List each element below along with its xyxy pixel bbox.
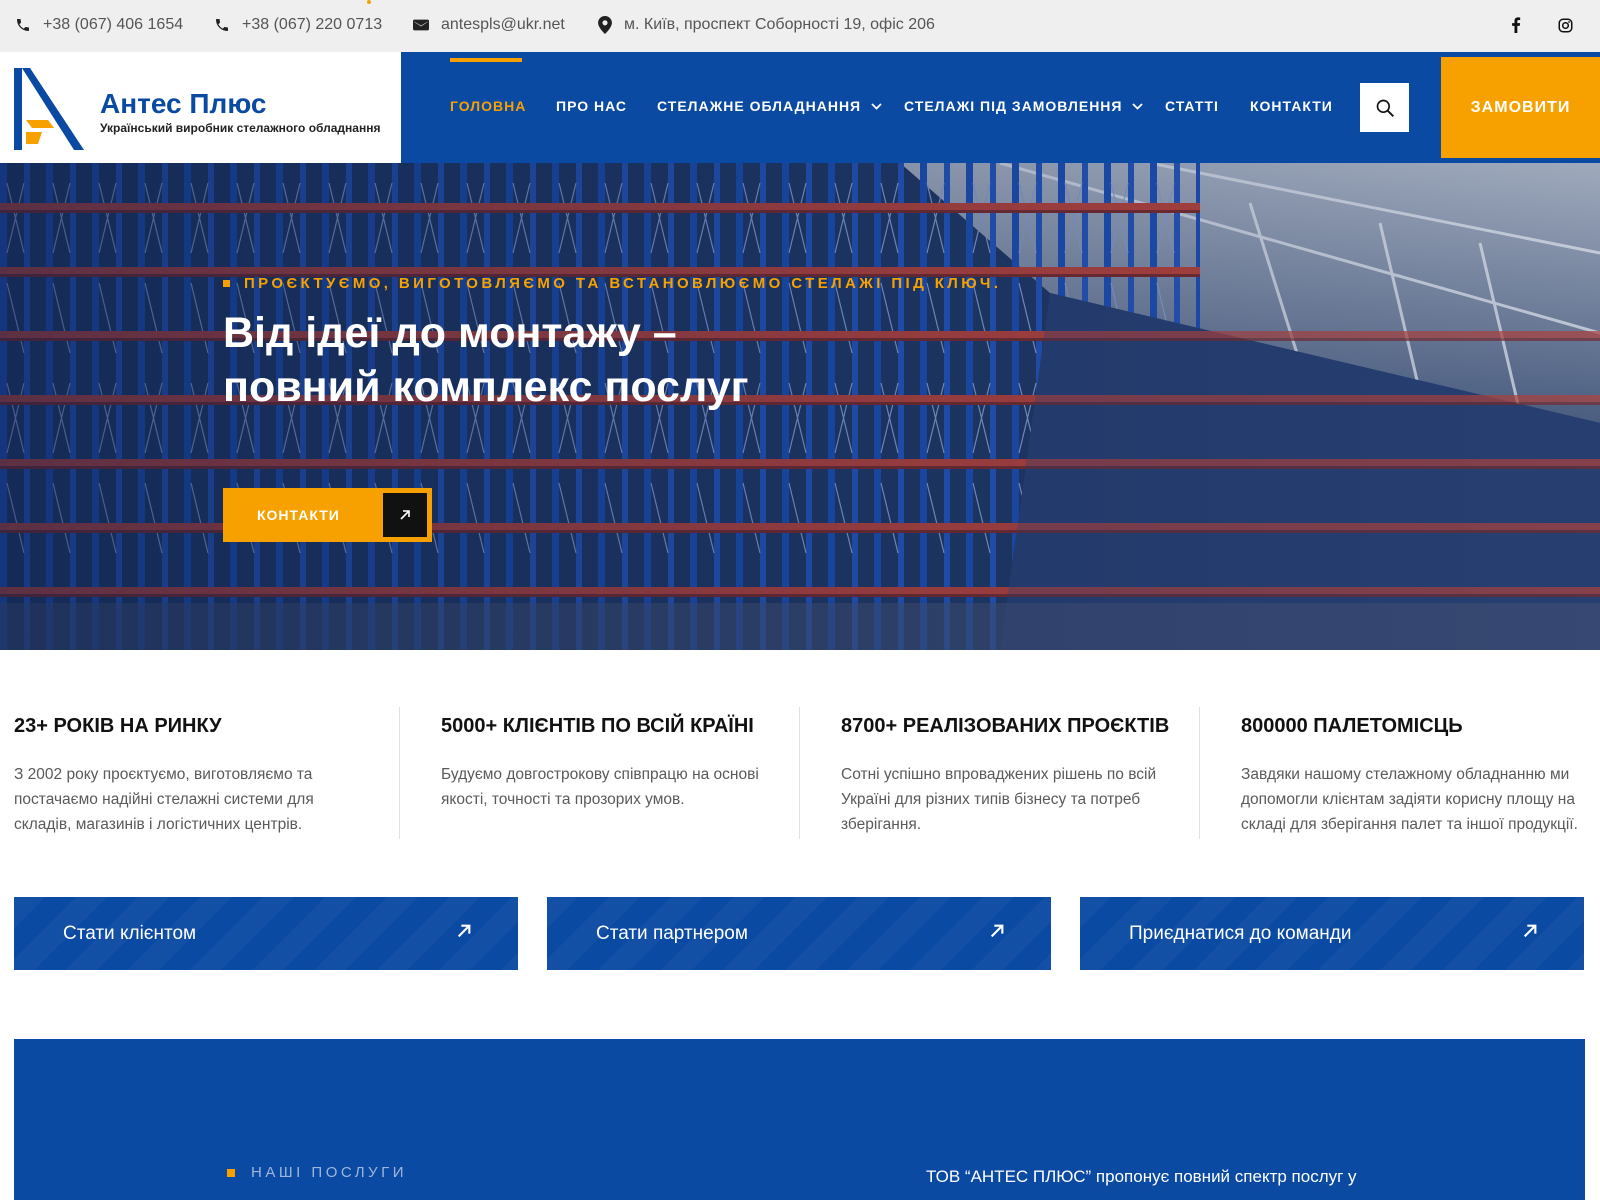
facebook-link[interactable] <box>1506 15 1526 35</box>
logo[interactable]: Антес Плюс Український виробник стелажно… <box>0 52 401 163</box>
stat-text: Сотні успішно впроваджених рішень по всі… <box>841 762 1201 837</box>
nav-item-rack-equipment[interactable]: СТЕЛАЖНЕ ОБЛАДНАННЯ <box>657 98 882 114</box>
nav-label: СТЕЛАЖІ ПІД ЗАМОВЛЕННЯ <box>904 98 1123 114</box>
order-button[interactable]: ЗАМОВИТИ <box>1441 57 1600 158</box>
stat-text: Будуємо довгострокову співпрацю на основ… <box>441 762 801 812</box>
hero-kicker-text: ПРОЄКТУЄМО, ВИГОТОВЛЯЄМО ТА ВСТАНОВЛЮЄМО… <box>244 275 1002 292</box>
phone-2-text: +38 (067) 220 0713 <box>242 16 383 33</box>
hero-title-line-2: повний комплекс послуг <box>223 363 749 411</box>
hero-kicker: ПРОЄКТУЄМО, ВИГОТОВЛЯЄМО ТА ВСТАНОВЛЮЄМО… <box>223 275 1001 292</box>
stat-line: складів, магазинів і логістичних центрів… <box>14 816 303 833</box>
stat-line: Україні для різних типів бізнесу та потр… <box>841 791 1141 808</box>
top-contact-bar: +38 (067) 406 1654 +38 (067) 220 0713 an… <box>0 0 1600 52</box>
services-kicker-text: НАШІ ПОСЛУГИ <box>251 1164 407 1181</box>
hero-title: Від ідеї до монтажу – повний комплекс по… <box>223 306 749 414</box>
map-pin-icon <box>598 16 612 34</box>
email-link[interactable]: antespls@ukr.net <box>413 15 565 35</box>
join-team-button[interactable]: Приєднатися до команди <box>1080 897 1584 970</box>
stat-text: З 2002 року проєктуємо, виготовляємо та … <box>14 762 374 837</box>
stat-line: складі для зберігання палет та іншої про… <box>1241 816 1578 833</box>
stat-title: 800000 ПАЛЕТОМІСЦЬ <box>1241 715 1463 737</box>
nav-label: ГОЛОВНА <box>450 98 527 114</box>
divider <box>399 707 400 839</box>
instagram-icon <box>1558 18 1572 32</box>
facebook-icon <box>1512 17 1521 33</box>
nav-label: ПРО НАС <box>556 98 627 114</box>
services-intro-text: ТОВ “АНТЕС ПЛЮС” пропонує повний спектр … <box>926 1167 1357 1186</box>
stat-projects: 8700+ РЕАЛІЗОВАНИХ ПРОЄКТІВ Сотні успішн… <box>841 715 1201 837</box>
cta-label: Стати партнером <box>596 923 748 944</box>
stat-line: допомогли клієнтам задіяти корисну площу… <box>1241 791 1575 808</box>
divider <box>799 707 800 839</box>
search-icon <box>1376 99 1394 117</box>
cta-label: Стати клієнтом <box>63 923 197 944</box>
active-nav-indicator <box>450 58 522 62</box>
hero-banner: ПРОЄКТУЄМО, ВИГОТОВЛЯЄМО ТА ВСТАНОВЛЮЄМО… <box>0 163 1600 650</box>
divider <box>1199 707 1200 839</box>
arrow-up-right-icon <box>1523 924 1537 938</box>
become-client-button[interactable]: Стати клієнтом <box>14 897 518 970</box>
services-kicker: НАШІ ПОСЛУГИ <box>227 1164 407 1181</box>
nav-item-about[interactable]: ПРО НАС <box>556 98 627 114</box>
logo-mark-icon <box>14 68 84 150</box>
nav-item-custom-racks[interactable]: СТЕЛАЖІ ПІД ЗАМОВЛЕННЯ <box>904 98 1144 114</box>
bullet-square <box>227 1168 235 1177</box>
nav-label: СТАТТІ <box>1165 98 1219 114</box>
stat-title: 23+ РОКІВ НА РИНКУ <box>14 715 222 737</box>
arrow-up-right-icon <box>457 924 471 938</box>
main-header: Антес Плюс Український виробник стелажно… <box>0 52 1600 163</box>
nav-label: КОНТАКТИ <box>1250 98 1333 114</box>
stat-line: якості, точності та прозорих умов. <box>441 791 685 808</box>
stat-pallet-places: 800000 ПАЛЕТОМІСЦЬ Завдяки нашому стелаж… <box>1241 715 1600 837</box>
stat-text: Завдяки нашому стелажному обладнанню ми … <box>1241 762 1600 837</box>
instagram-link[interactable] <box>1555 15 1575 35</box>
search-button[interactable] <box>1360 83 1409 132</box>
hero-button-label: КОНТАКТИ <box>257 507 340 523</box>
stat-title: 5000+ КЛІЄНТІВ ПО ВСІЙ КРАЇНІ <box>441 715 754 737</box>
address[interactable]: м. Київ, проспект Соборності 19, офіс 20… <box>598 15 935 35</box>
stat-line: Сотні успішно впроваджених рішень по всі… <box>841 766 1157 783</box>
mail-icon <box>413 19 429 31</box>
stat-clients: 5000+ КЛІЄНТІВ ПО ВСІЙ КРАЇНІ Будуємо до… <box>441 715 801 812</box>
phone-icon <box>17 19 29 31</box>
stat-title: 8700+ РЕАЛІЗОВАНИХ ПРОЄКТІВ <box>841 715 1170 737</box>
cta-label: Приєднатися до команди <box>1129 923 1352 944</box>
services-section: НАШІ ПОСЛУГИ ТОВ “АНТЕС ПЛЮС” пропонує п… <box>14 1039 1585 1200</box>
nav-item-home[interactable]: ГОЛОВНА <box>450 98 526 114</box>
chevron-down-icon <box>871 102 882 110</box>
hero-title-line-1: Від ідеї до монтажу – <box>223 309 677 357</box>
bullet-square <box>223 280 230 287</box>
address-text: м. Київ, проспект Соборності 19, офіс 20… <box>624 16 935 33</box>
phone-2[interactable]: +38 (067) 220 0713 <box>214 15 382 35</box>
chevron-down-icon <box>1132 102 1144 110</box>
become-partner-button[interactable]: Стати партнером <box>547 897 1051 970</box>
stat-line: постачаємо надійні стелажні системи для <box>14 791 314 808</box>
stat-line: Будуємо довгострокову співпрацю на основ… <box>441 766 759 783</box>
phone-1[interactable]: +38 (067) 406 1654 <box>15 15 183 35</box>
email-text: antespls@ukr.net <box>441 16 565 33</box>
nav-label: СТЕЛАЖНЕ ОБЛАДНАННЯ <box>657 98 862 114</box>
stat-line: З 2002 року проєктуємо, виготовляємо та <box>14 766 313 783</box>
arrow-up-right-icon <box>383 493 427 537</box>
stat-years: 23+ РОКІВ НА РИНКУ З 2002 року проєктуєм… <box>14 715 374 837</box>
stat-line: Завдяки нашому стелажному обладнанню ми <box>1241 766 1570 783</box>
logo-title: Антес Плюс <box>100 88 267 119</box>
nav-item-articles[interactable]: СТАТТІ <box>1165 98 1219 114</box>
decorative-dot <box>367 0 371 4</box>
hero-contacts-button[interactable]: КОНТАКТИ <box>223 488 432 542</box>
phone-icon <box>216 19 228 31</box>
arrow-up-right-icon <box>990 924 1004 938</box>
logo-subtitle: Український виробник стелажного обладнан… <box>100 121 381 135</box>
phone-1-text: +38 (067) 406 1654 <box>43 16 184 33</box>
nav-item-contacts[interactable]: КОНТАКТИ <box>1250 98 1333 114</box>
stat-line: зберігання. <box>841 816 922 833</box>
